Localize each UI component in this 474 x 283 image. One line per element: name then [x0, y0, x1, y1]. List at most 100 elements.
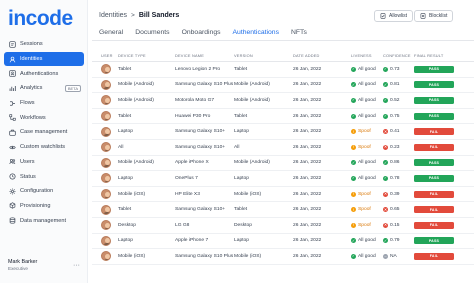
- version-cell: Desktop: [234, 222, 252, 228]
- table-body: Tablet Lenovo Legion 2 Pro Tablet 26 Jan, 2…: [92, 62, 474, 265]
- column-header: FINAL RESULT: [414, 52, 444, 58]
- tab-documents[interactable]: Documents: [135, 25, 169, 40]
- device-name-cell: Lenovo Legion 2 Pro: [175, 66, 221, 72]
- table-row[interactable]: Mobile (Android) Apple iPhone X Mobile (An…: [92, 156, 474, 172]
- workflows-icon: [9, 114, 16, 121]
- table-row[interactable]: Mobile (Android) Samsung Galaxy S10 Plus M…: [92, 78, 474, 94]
- liveness-label: All good: [358, 66, 376, 72]
- breadcrumb-identities[interactable]: Identities: [99, 12, 127, 19]
- table-row[interactable]: Laptop Apple iPhone 7 Laptop 26 Jan, 2022 ✓ A…: [92, 234, 474, 250]
- confidence-value: 0.73: [390, 66, 400, 72]
- avatar: [101, 79, 111, 90]
- breadcrumb: Identities > Bill Sanders: [99, 12, 179, 19]
- user-menu-button[interactable]: ···: [73, 262, 80, 269]
- blocklist-icon: [420, 13, 426, 19]
- tab-bar: General Documents Onboardings Authenticatio…: [99, 25, 319, 41]
- sidebar-item-provisioning[interactable]: Provisioning: [4, 199, 84, 214]
- sessions-icon: [9, 41, 16, 48]
- tab-onboardings[interactable]: Onboardings: [182, 25, 221, 40]
- user-cell: [92, 157, 118, 168]
- table-row[interactable]: Mobile (iOS) HP Elite X3 Mobile (iOS) 26 Ja…: [92, 187, 474, 203]
- date-added-cell: 26 Jan, 2022: [293, 82, 322, 88]
- liveness-label: Spoof: [358, 191, 371, 197]
- check-circle-icon: ✓: [351, 66, 356, 72]
- device-type-cell: Laptop: [118, 175, 133, 181]
- liveness-cell: ✓ All good: [351, 97, 383, 103]
- result-badge: PASS: [414, 112, 454, 120]
- table-row[interactable]: Laptop OnePlus 7 Laptop 26 Jan, 2022 ✓ All go…: [92, 171, 474, 187]
- liveness-cell: ! Spoof: [351, 207, 383, 213]
- device-type-cell: All: [118, 144, 124, 150]
- table-row[interactable]: Tablet Huawei P30 Pro Tablet 26 Jan, 2022 ✓ A…: [92, 109, 474, 125]
- user-cell: [92, 142, 118, 153]
- sidebar-item-data-management[interactable]: Data management: [4, 213, 84, 228]
- device-type-cell: Tablet: [118, 207, 132, 213]
- version-cell: Mobile (Android): [234, 82, 270, 88]
- sidebar-item-analytics[interactable]: Analytics BETA: [4, 81, 84, 96]
- device-name-cell: Apple iPhone X: [175, 160, 209, 166]
- allowlist-button[interactable]: Allowlist: [374, 10, 414, 22]
- final-result-cell: PASS: [414, 174, 464, 182]
- confidence-cell: ✕ 0.65: [383, 206, 414, 213]
- sidebar-item-authentications[interactable]: Authentications: [4, 66, 84, 81]
- liveness-label: Spoof: [358, 222, 371, 228]
- sidebar-item-custom-watchlists[interactable]: Custom watchlists: [4, 140, 84, 155]
- user-cell: [92, 126, 118, 137]
- sidebar-item-workflows[interactable]: Workflows: [4, 110, 84, 125]
- allowlist-label: Allowlist: [389, 13, 408, 19]
- confidence-value: 0.39: [390, 191, 400, 197]
- alert-circle-icon: !: [351, 222, 356, 228]
- version-cell: Mobile (iOS): [234, 253, 262, 259]
- liveness-cell: ✓ All good: [351, 160, 383, 166]
- liveness-cell: ✓ All good: [351, 238, 383, 244]
- sidebar-item-users[interactable]: Users: [4, 155, 84, 170]
- table-row[interactable]: Desktop LG G8 Desktop 26 Jan, 2022! Spoof ✕ 0.…: [92, 218, 474, 234]
- sidebar-item-label: Authentications: [20, 70, 59, 77]
- sidebar-item-status[interactable]: Status: [4, 169, 84, 184]
- avatar: [101, 157, 111, 168]
- check-circle-icon: ✓: [351, 81, 356, 88]
- table-row[interactable]: Mobile (iOS) Samsung Galaxy S10 Plus Mobil…: [92, 249, 474, 265]
- device-type-cell: Mobile (iOS): [118, 191, 146, 197]
- table-row[interactable]: Tablet Lenovo Legion 2 Pro Tablet 26 Jan, 2…: [92, 62, 474, 78]
- liveness-label: Spoof: [358, 207, 371, 213]
- authentications-icon: [9, 70, 16, 77]
- logo[interactable]: incode: [8, 7, 73, 31]
- device-name-cell: Huawei P30 Pro: [175, 113, 211, 119]
- avatar: [101, 235, 111, 246]
- status-icon: [9, 173, 16, 180]
- liveness-cell: ! Spoof: [351, 222, 383, 228]
- liveness-label: All good: [358, 175, 376, 181]
- device-name-cell: Samsung Galaxy S10+: [175, 129, 226, 135]
- avatar: [101, 204, 111, 215]
- x-circle-icon: ✕: [383, 206, 388, 213]
- table-row[interactable]: All Samsung Galaxy S10+ All 26 Jan, 2022! Sp…: [92, 140, 474, 156]
- confidence-value: 0.52: [390, 97, 400, 103]
- date-added-cell: 26 Jan, 2022: [293, 144, 322, 150]
- tab-authentications[interactable]: Authentications: [229, 25, 283, 41]
- tab-general[interactable]: General: [99, 25, 123, 40]
- sidebar-item-sessions[interactable]: Sessions: [4, 37, 84, 52]
- table-row[interactable]: Laptop Samsung Galaxy S10+ Laptop 26 Jan, 2…: [92, 124, 474, 140]
- user-profile[interactable]: Mark Barker Executive ···: [8, 259, 84, 271]
- user-cell: [92, 64, 118, 75]
- result-badge: PASS: [414, 237, 454, 245]
- sidebar-item-flows[interactable]: Flows: [4, 96, 84, 111]
- check-circle-icon: ✓: [351, 253, 356, 259]
- table-row[interactable]: Tablet Samsung Galaxy S10+ Tablet 26 Jan, 2…: [92, 202, 474, 218]
- liveness-label: All good: [358, 253, 376, 259]
- sidebar-item-configuration[interactable]: Configuration: [4, 184, 84, 199]
- sidebar-item-identities[interactable]: Identities: [4, 51, 84, 67]
- liveness-cell: ! Spoof: [351, 129, 383, 135]
- liveness-cell: ✓ All good: [351, 113, 383, 119]
- table-row[interactable]: Mobile (Android) Motorola Moto G7 Mobile (…: [92, 93, 474, 109]
- check-circle-icon: ✓: [383, 66, 388, 72]
- blocklist-button[interactable]: Blocklist: [414, 10, 454, 22]
- avatar: [101, 173, 111, 184]
- tab-nfts[interactable]: NFTs: [291, 25, 307, 40]
- avatar: [101, 142, 111, 153]
- confidence-cell: ✕ 0.23: [383, 144, 414, 150]
- confidence-cell: ✓ 0.75: [383, 113, 414, 119]
- sidebar-item-case-management[interactable]: Case management: [4, 125, 84, 140]
- check-circle-icon: ✓: [383, 81, 388, 88]
